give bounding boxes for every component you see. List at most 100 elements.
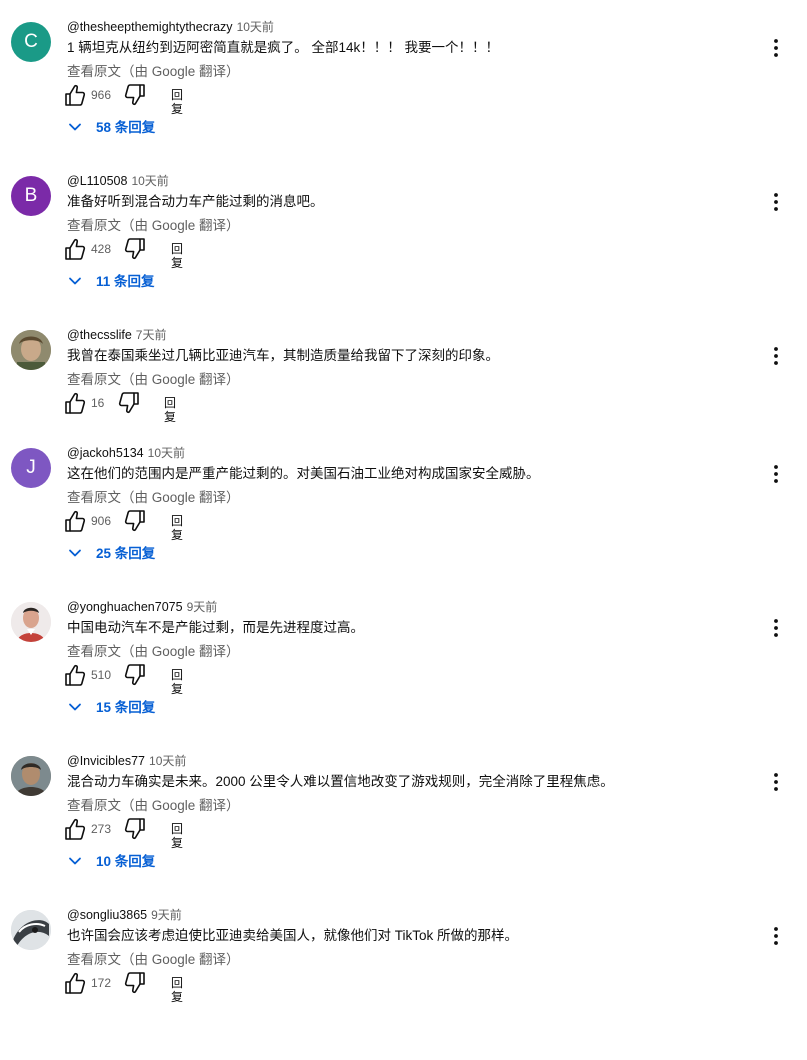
dislike-button[interactable]	[124, 971, 148, 995]
comment-author[interactable]: @Invicibles77	[67, 754, 145, 768]
comment-text: 中国电动汽车不是产能过剩，而是先进程度过高。	[67, 620, 364, 635]
reply-button[interactable]: 回复	[171, 242, 183, 270]
comment-header: @songliu3865 9天前	[67, 906, 182, 924]
avatar-photo	[11, 330, 51, 370]
avatar[interactable]: B	[11, 176, 51, 216]
like-count: 16	[91, 396, 105, 410]
thumb-up-icon	[65, 510, 86, 532]
reply-button[interactable]: 回复	[171, 514, 183, 542]
comment-menu-button[interactable]	[770, 464, 782, 484]
like-button[interactable]	[64, 83, 86, 107]
avatar-letter: J	[26, 457, 36, 478]
avatar-letter: C	[24, 31, 38, 52]
view-replies-button[interactable]: 15 条回复	[68, 696, 155, 720]
chevron-down-icon	[69, 123, 81, 131]
dislike-button[interactable]	[124, 663, 148, 687]
see-original-link[interactable]: 查看原文（由 Google 翻译）	[67, 369, 240, 391]
comment-time[interactable]: 10天前	[237, 20, 274, 34]
replies-count-label: 10 条回复	[96, 854, 156, 869]
like-button[interactable]	[64, 971, 86, 995]
comment-item: @Invicibles77 10天前 混合动力车确实是未来。2000 公里令人难以…	[0, 752, 807, 906]
like-count: 906	[91, 514, 112, 528]
reply-button[interactable]: 回复	[171, 88, 183, 116]
like-count: 428	[91, 242, 112, 256]
comment-time[interactable]: 7天前	[136, 328, 167, 342]
comment-text: 也许国会应该考虑迫使比亚迪卖给美国人，就像他们对 TikTok 所做的那样。	[67, 928, 519, 943]
see-original-link[interactable]: 查看原文（由 Google 翻译）	[67, 949, 240, 971]
avatar[interactable]	[11, 330, 51, 370]
view-replies-button[interactable]: 11 条回复	[68, 270, 155, 294]
avatar[interactable]	[11, 756, 51, 796]
view-replies-button[interactable]: 10 条回复	[68, 850, 155, 874]
see-original-link[interactable]: 查看原文（由 Google 翻译）	[67, 641, 240, 663]
thumb-down-icon	[124, 972, 145, 994]
reply-button[interactable]: 回复	[164, 396, 176, 424]
reply-button[interactable]: 回复	[171, 976, 183, 1004]
thumb-up-icon	[65, 818, 86, 840]
comment-menu-button[interactable]	[770, 192, 782, 212]
comment-header: @Invicibles77 10天前	[67, 752, 186, 770]
comment-header: @L110508 10天前	[67, 172, 169, 190]
replies-count-label: 15 条回复	[96, 700, 156, 715]
chevron-down-icon	[69, 549, 81, 557]
comment-menu-button[interactable]	[770, 772, 782, 792]
thumb-up-icon	[65, 972, 86, 994]
comment-time[interactable]: 9天前	[151, 908, 182, 922]
comment-time[interactable]: 9天前	[187, 600, 218, 614]
comment-time[interactable]: 10天前	[149, 754, 186, 768]
thumb-up-icon	[65, 664, 86, 686]
thumb-down-icon	[124, 510, 145, 532]
view-replies-button[interactable]: 25 条回复	[68, 542, 155, 566]
see-original-link[interactable]: 查看原文（由 Google 翻译）	[67, 795, 240, 817]
avatar-photo	[11, 602, 51, 642]
like-button[interactable]	[64, 817, 86, 841]
replies-count-label: 11 条回复	[96, 274, 155, 289]
like-button[interactable]	[64, 663, 86, 687]
comment-author[interactable]: @songliu3865	[67, 908, 147, 922]
comment-author[interactable]: @yonghuachen7075	[67, 600, 183, 614]
more-vert-icon	[774, 927, 778, 945]
see-original-link[interactable]: 查看原文（由 Google 翻译）	[67, 215, 240, 237]
avatar[interactable]	[11, 602, 51, 642]
avatar[interactable]	[11, 910, 51, 950]
thumb-down-icon	[124, 818, 145, 840]
dislike-button[interactable]	[124, 817, 148, 841]
avatar[interactable]: C	[11, 22, 51, 62]
chevron-down-icon	[69, 277, 81, 285]
see-original-link[interactable]: 查看原文（由 Google 翻译）	[67, 61, 240, 83]
like-count: 510	[91, 668, 112, 682]
comment-menu-button[interactable]	[770, 346, 782, 366]
thumb-up-icon	[65, 392, 86, 414]
like-button[interactable]	[64, 509, 86, 533]
avatar[interactable]: J	[11, 448, 51, 488]
comment-time[interactable]: 10天前	[148, 446, 185, 460]
comment-menu-button[interactable]	[770, 38, 782, 58]
avatar-letter: B	[24, 185, 38, 206]
dislike-button[interactable]	[124, 237, 148, 261]
comment-author[interactable]: @thesheepthemightythecrazy	[67, 20, 233, 34]
see-original-link[interactable]: 查看原文（由 Google 翻译）	[67, 487, 240, 509]
comment-item: @yonghuachen7075 9天前 中国电动汽车不是产能过剩，而是先进程度过…	[0, 598, 807, 752]
like-count: 273	[91, 822, 112, 836]
comment-header: @thesheepthemightythecrazy 10天前	[67, 18, 274, 36]
like-button[interactable]	[64, 237, 86, 261]
comment-time[interactable]: 10天前	[131, 174, 168, 188]
comment-header: @yonghuachen7075 9天前	[67, 598, 217, 616]
comment-menu-button[interactable]	[770, 618, 782, 638]
comment-author[interactable]: @thecsslife	[67, 328, 132, 342]
chevron-down-icon	[69, 703, 81, 711]
dislike-button[interactable]	[118, 391, 142, 415]
more-vert-icon	[774, 619, 778, 637]
reply-button[interactable]: 回复	[171, 822, 183, 850]
dislike-button[interactable]	[124, 83, 148, 107]
comment-header: @thecsslife 7天前	[67, 326, 166, 344]
like-button[interactable]	[64, 391, 86, 415]
dislike-button[interactable]	[124, 509, 148, 533]
like-count: 172	[91, 976, 112, 990]
comment-author[interactable]: @jackoh5134	[67, 446, 144, 460]
view-replies-button[interactable]: 58 条回复	[68, 116, 155, 140]
more-vert-icon	[774, 193, 778, 211]
reply-button[interactable]: 回复	[171, 668, 183, 696]
comment-author[interactable]: @L110508	[67, 174, 127, 188]
comment-menu-button[interactable]	[770, 926, 782, 946]
